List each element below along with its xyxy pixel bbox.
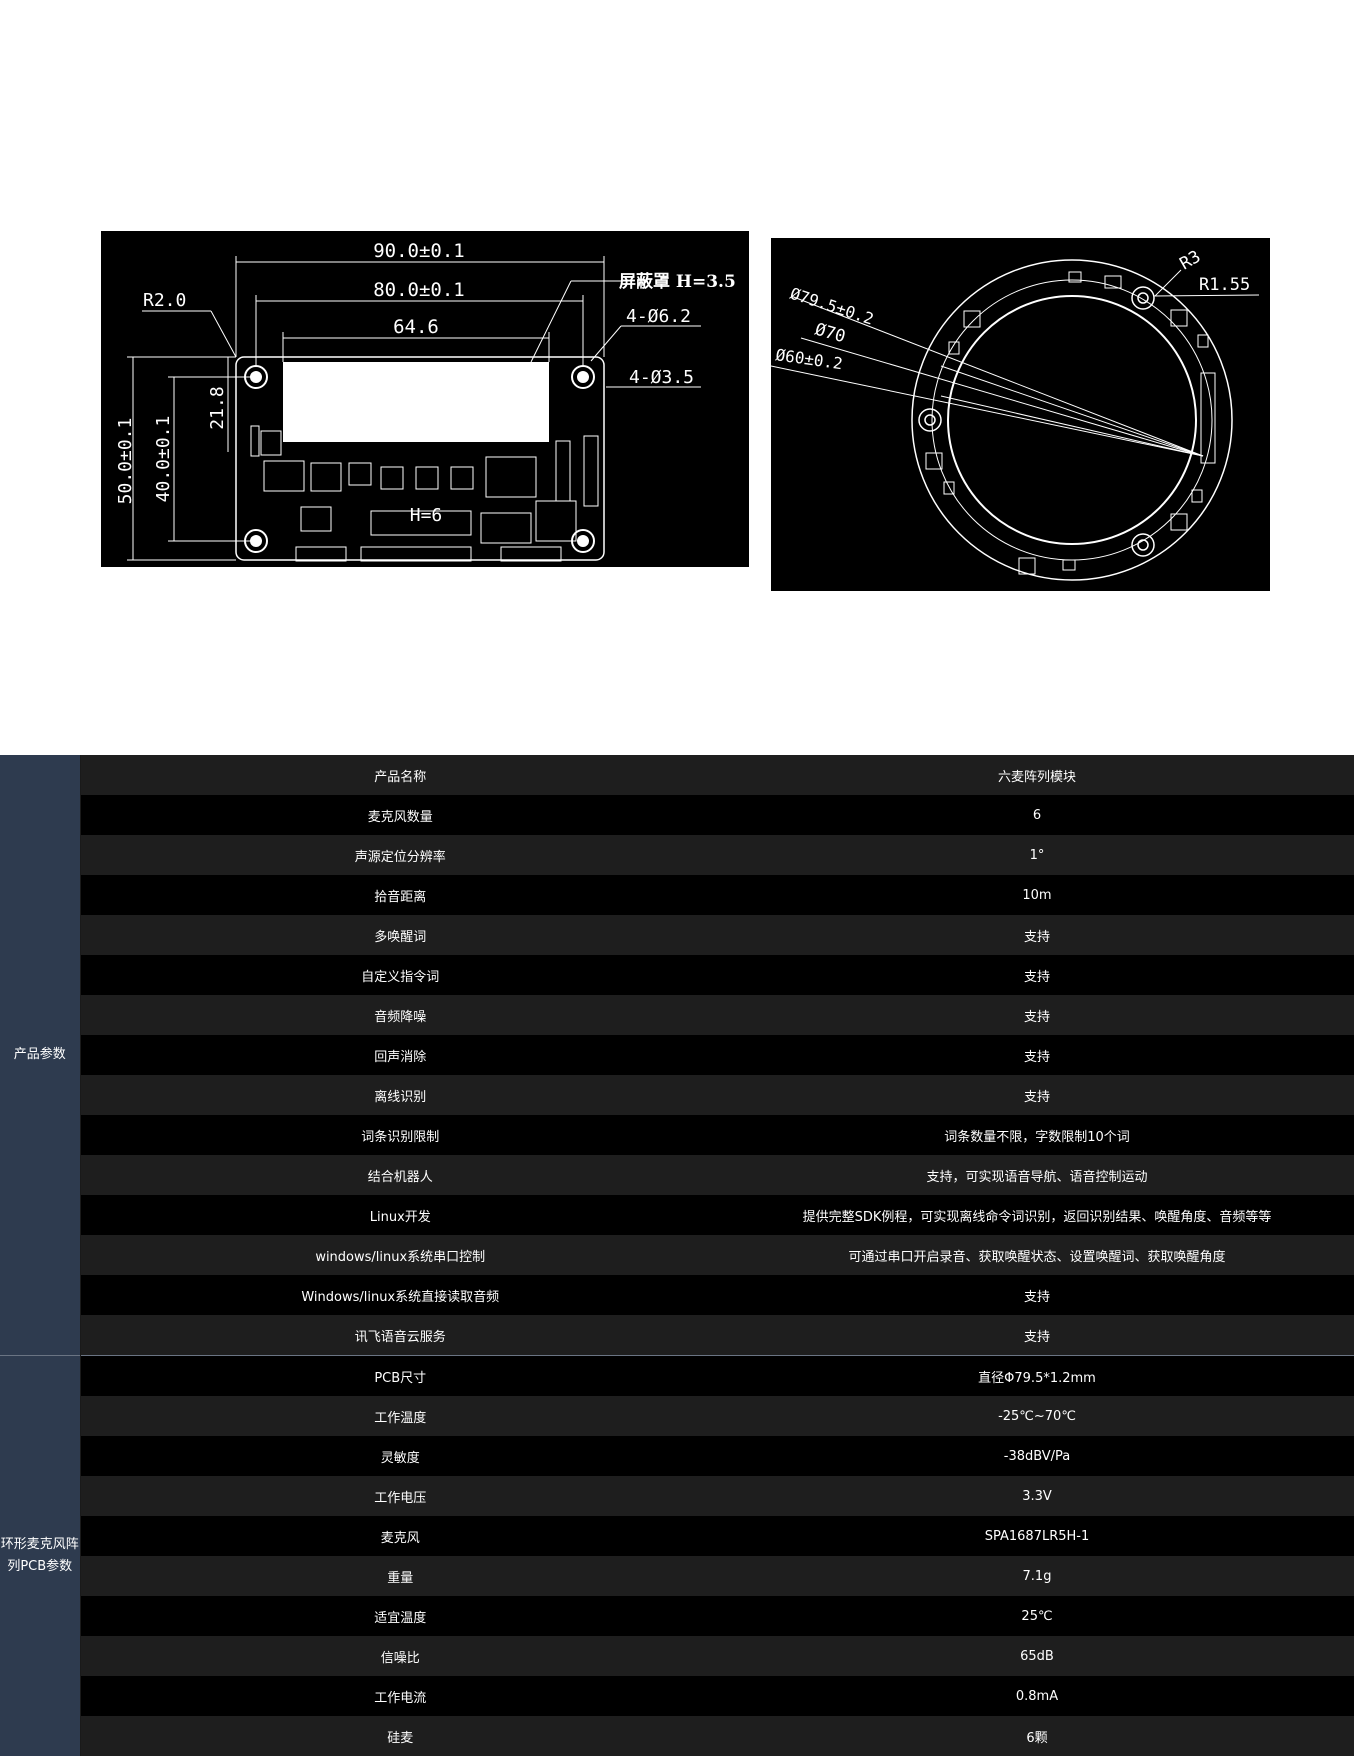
dim-connector-height: H=6 [410,505,443,526]
param-value: 支持 [720,1035,1354,1075]
param-label: 产品名称 [80,755,720,795]
table-row: 声源定位分辨率1° [0,835,1354,875]
param-label: PCB尺寸 [80,1356,720,1397]
table-row: 音频降噪支持 [0,995,1354,1035]
table-row: 环形麦克风阵列PCB参数PCB尺寸直径Φ79.5*1.2mm [0,1356,1354,1397]
table-row: 麦克风SPA1687LR5H-1 [0,1516,1354,1556]
param-label: windows/linux系统串口控制 [80,1235,720,1275]
board-dimension-drawing: 90.0±0.1 80.0±0.1 64.6 R2.0 50.0±0.1 40.… [101,231,749,567]
table-row: 工作电压3.3V [0,1476,1354,1516]
param-value: SPA1687LR5H-1 [720,1516,1354,1556]
param-value: -38dBV/Pa [720,1436,1354,1476]
param-value: -25℃~70℃ [720,1396,1354,1436]
table-row: 自定义指令词支持 [0,955,1354,995]
param-label: 工作电流 [80,1676,720,1716]
param-label: 拾音距离 [80,875,720,915]
dim-r155: R1.55 [1199,275,1250,295]
param-label: 讯飞语音云服务 [80,1315,720,1356]
table-row: 工作温度-25℃~70℃ [0,1396,1354,1436]
table-row: 拾音距离10m [0,875,1354,915]
table-row: 回声消除支持 [0,1035,1354,1075]
param-label: 工作电压 [80,1476,720,1516]
param-label: 多唤醒词 [80,915,720,955]
table-row: 产品参数产品名称六麦阵列模块 [0,755,1354,795]
param-label: 回声消除 [80,1035,720,1075]
param-value: 支持 [720,1315,1354,1356]
param-label: 麦克风 [80,1516,720,1556]
dim-width-outer: 90.0±0.1 [373,240,465,262]
param-label: Linux开发 [80,1195,720,1235]
dim-hole-large: 4-Ø6.2 [626,306,691,327]
param-value: 支持 [720,1075,1354,1115]
table-row: 多唤醒词支持 [0,915,1354,955]
param-label: 重量 [80,1556,720,1596]
table-row: 工作电流0.8mA [0,1676,1354,1716]
param-label: Windows/linux系统直接读取音频 [80,1275,720,1315]
param-label: 词条识别限制 [80,1115,720,1155]
param-value: 支持 [720,995,1354,1035]
dim-height-outer: 50.0±0.1 [115,418,136,505]
table-row: 词条识别限制词条数量不限，字数限制10个词 [0,1115,1354,1155]
param-value: 可通过串口开启录音、获取唤醒状态、设置唤醒词、获取唤醒角度 [720,1235,1354,1275]
dim-width-inner: 64.6 [393,316,439,338]
table-row: 讯飞语音云服务支持 [0,1315,1354,1356]
param-label: 声源定位分辨率 [80,835,720,875]
param-value: 提供完整SDK例程，可实现离线命令词识别，返回识别结果、唤醒角度、音频等等 [720,1195,1354,1235]
table-row: windows/linux系统串口控制可通过串口开启录音、获取唤醒状态、设置唤醒… [0,1235,1354,1275]
table-row: 硅麦6颗 [0,1716,1354,1756]
param-value: 6 [720,795,1354,835]
table-row: 适宜温度25℃ [0,1596,1354,1636]
group-label: 产品参数 [0,755,80,1356]
table-row: 离线识别支持 [0,1075,1354,1115]
param-value: 支持 [720,915,1354,955]
group-label: 环形麦克风阵列PCB参数 [0,1356,80,1756]
param-value: 直径Φ79.5*1.2mm [720,1356,1354,1397]
param-value: 词条数量不限，字数限制10个词 [720,1115,1354,1155]
param-label: 灵敏度 [80,1436,720,1476]
param-value: 65dB [720,1636,1354,1676]
param-label: 音频降噪 [80,995,720,1035]
dim-height-small: 21.8 [207,386,228,429]
param-value: 六麦阵列模块 [720,755,1354,795]
param-label: 离线识别 [80,1075,720,1115]
param-value: 支持 [720,1275,1354,1315]
param-label: 自定义指令词 [80,955,720,995]
dim-width-mid: 80.0±0.1 [373,279,465,301]
param-value: 3.3V [720,1476,1354,1516]
table-row: 结合机器人支持，可实现语音导航、语音控制运动 [0,1155,1354,1195]
param-value: 支持，可实现语音导航、语音控制运动 [720,1155,1354,1195]
param-value: 0.8mA [720,1676,1354,1716]
param-value: 1° [720,835,1354,875]
param-label: 适宜温度 [80,1596,720,1636]
dim-radius: R2.0 [143,290,186,311]
table-row: 麦克风数量6 [0,795,1354,835]
table-row: 灵敏度-38dBV/Pa [0,1436,1354,1476]
table-row: 信噪比65dB [0,1636,1354,1676]
param-label: 结合机器人 [80,1155,720,1195]
spec-table: 产品参数产品名称六麦阵列模块麦克风数量6声源定位分辨率1°拾音距离10m多唤醒词… [0,755,1354,1756]
param-label: 工作温度 [80,1396,720,1436]
param-label: 硅麦 [80,1716,720,1756]
param-label: 麦克风数量 [80,795,720,835]
param-label: 信噪比 [80,1636,720,1676]
table-row: Linux开发提供完整SDK例程，可实现离线命令词识别，返回识别结果、唤醒角度、… [0,1195,1354,1235]
dim-hole-small: 4-Ø3.5 [629,367,694,388]
param-value: 10m [720,875,1354,915]
ring-pcb-drawing: Ø79.5±0.2 Ø70 Ø60±0.2 R3 R1.55 [771,238,1270,591]
param-value: 25℃ [720,1596,1354,1636]
dim-shield: 屏蔽罩 H=3.5 [619,271,736,292]
param-value: 支持 [720,955,1354,995]
param-value: 7.1g [720,1556,1354,1596]
dim-height-mid: 40.0±0.1 [153,416,174,503]
table-row: 重量7.1g [0,1556,1354,1596]
table-row: Windows/linux系统直接读取音频支持 [0,1275,1354,1315]
dim-outer-diameter: Ø79.5±0.2 [788,284,876,329]
param-value: 6颗 [720,1716,1354,1756]
